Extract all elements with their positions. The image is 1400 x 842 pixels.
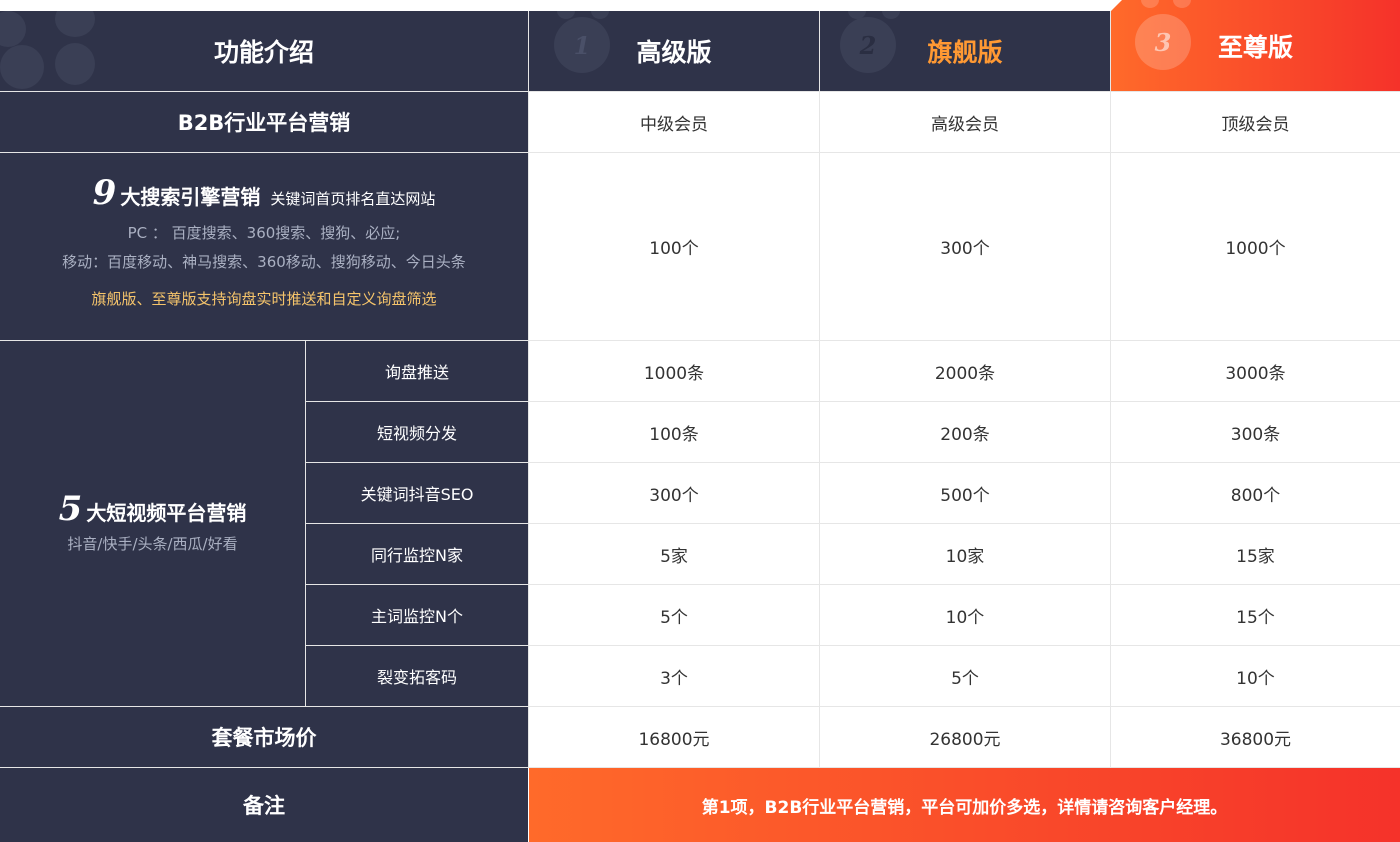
cell-search-advanced: 100个 [529,153,819,340]
video-item-value: 300条 [1111,402,1400,462]
divider [0,340,1400,341]
paw-decoration-icon [591,11,609,19]
video-item-value: 10个 [1111,646,1400,706]
divider [0,152,1400,153]
paw-decoration-icon [55,43,95,85]
search-pc-line: PC ： 百度搜索、360搜索、搜狗、必应; [127,224,401,242]
plan-header-flagship[interactable]: 2 旗舰版 [820,11,1110,91]
divider [306,401,1400,402]
video-item-value: 5个 [820,646,1110,706]
paw-decoration-icon [55,11,95,37]
video-item-value: 10个 [820,585,1110,645]
video-item-value: 15家 [1111,524,1400,584]
video-item-value: 15个 [1111,585,1400,645]
divider [306,584,1400,585]
header-feature-cell: 功能介绍 [0,11,528,91]
paw-decoration-icon [1173,0,1191,8]
cell-b2b-advanced: 中级会员 [529,92,819,152]
video-item-value: 2000条 [820,341,1110,401]
feature-header-title: 功能介绍 [213,38,314,67]
cell-search-supreme: 1000个 [1111,153,1400,340]
video-item-label: 裂变拓客码 [306,646,528,706]
cell-b2b-flagship: 高级会员 [820,92,1110,152]
search-mobile-line: 移动：百度移动、神马搜索、360移动、搜狗移动、今日头条 [62,253,466,271]
video-item-value: 3个 [529,646,819,706]
video-item-value: 800个 [1111,463,1400,523]
divider [306,462,1400,463]
paw-decoration-icon [882,11,900,19]
video-item-label: 主词监控N个 [306,585,528,645]
paw-decoration-icon [0,45,44,89]
plan-header-supreme[interactable]: 3 至尊版 [1111,0,1400,91]
row-label-short-video: 5 大短视频平台营销 抖音/快手/头条/西瓜/好看 [0,341,305,706]
cell-search-flagship: 300个 [820,153,1110,340]
video-item-value: 10家 [820,524,1110,584]
video-item-value: 5家 [529,524,819,584]
search-count-number: 9 [92,173,117,213]
remark-text: 第1项，B2B行业平台营销，平台可加价多选，详情请咨询客户经理。 [701,797,1228,818]
search-tagline: 关键词首页排名直达网站 [270,190,436,208]
plan-name: 旗舰版 [927,38,1003,67]
plan-name: 高级版 [636,38,712,67]
remark-banner: 第1项，B2B行业平台营销，平台可加价多选，详情请咨询客户经理。 [529,768,1400,842]
video-item-label: 询盘推送 [306,341,528,401]
cell-b2b-supreme: 顶级会员 [1111,92,1400,152]
divider [819,11,820,768]
cell-price-flagship: 26800元 [820,707,1110,767]
video-platforms: 抖音/快手/头条/西瓜/好看 [67,535,238,553]
video-item-value: 100条 [529,402,819,462]
divider [528,11,529,768]
video-title: 大短视频平台营销 [86,501,247,525]
divider [306,523,1400,524]
row-label-b2b: B2B行业平台营销 [0,92,528,152]
video-item-label: 同行监控N家 [306,524,528,584]
video-count-number: 5 [58,489,83,529]
row-label-remark: 备注 [0,768,528,842]
search-title: 大搜索引擎营销 [120,185,261,209]
video-item-label: 短视频分发 [306,402,528,462]
paw-decoration-icon [0,11,26,47]
divider [0,91,1400,92]
video-item-value: 3000条 [1111,341,1400,401]
video-item-value: 200条 [820,402,1110,462]
cell-price-supreme: 36800元 [1111,707,1400,767]
divider [306,645,1400,646]
divider [305,341,306,706]
video-item-value: 5个 [529,585,819,645]
plan-name: 至尊版 [1217,33,1293,62]
row-label-search-engine: 9 大搜索引擎营销 关键词首页排名直达网站 PC ： 百度搜索、360搜索、搜狗… [0,153,528,340]
divider [0,767,1400,768]
row-label-price: 套餐市场价 [0,707,528,767]
divider [1110,11,1111,768]
video-item-label: 关键词抖音SEO [306,463,528,523]
cell-price-advanced: 16800元 [529,707,819,767]
video-item-value: 1000条 [529,341,819,401]
plan-header-advanced[interactable]: 1 高级版 [529,11,819,91]
divider [0,706,1400,707]
video-item-value: 500个 [820,463,1110,523]
search-note: 旗舰版、至尊版支持询盘实时推送和自定义询盘筛选 [91,290,437,308]
paw-decoration-icon [1141,0,1159,8]
video-item-value: 300个 [529,463,819,523]
